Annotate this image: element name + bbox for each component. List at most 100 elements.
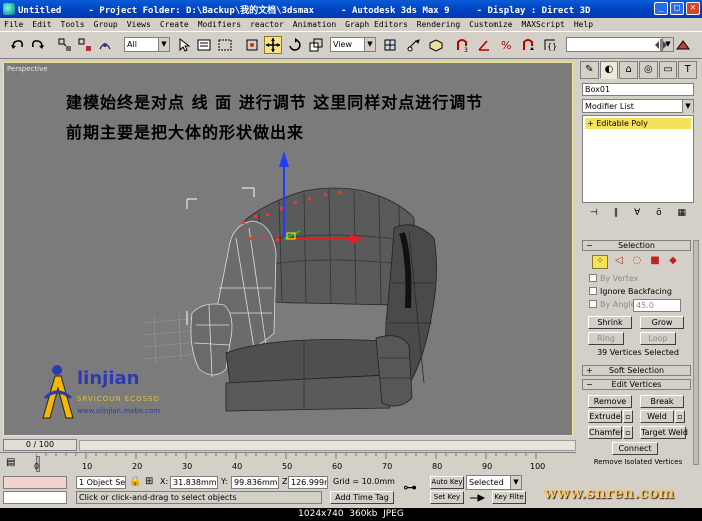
show-end-result-icon[interactable]: ∥ — [614, 208, 619, 222]
set-key-button[interactable]: Set Key — [430, 491, 464, 504]
stack-item-editable-poly[interactable]: + Editable Poly — [585, 118, 691, 129]
selection-filter-dropdown[interactable]: All ▼ — [124, 37, 170, 52]
absolute-mode-icon[interactable]: ⊞ — [145, 476, 153, 487]
percent-snap-icon[interactable]: % — [497, 36, 515, 54]
spinner-snap-icon[interactable] — [519, 36, 537, 54]
menu-file[interactable]: File — [0, 20, 28, 29]
menu-rendering[interactable]: Rendering — [413, 20, 465, 29]
select-and-move-icon[interactable] — [264, 36, 282, 54]
angle-spinner[interactable]: 45.0 — [633, 299, 681, 312]
pin-stack-icon[interactable]: ⊣ — [590, 208, 598, 222]
angle-snap-icon[interactable] — [475, 36, 493, 54]
time-slider-track[interactable] — [79, 440, 576, 451]
loop-button[interactable]: Loop — [640, 332, 676, 345]
mirror-icon[interactable] — [652, 36, 670, 54]
add-time-tag-button[interactable]: Add Time Tag — [330, 491, 394, 504]
weld-button[interactable]: Weld — [640, 410, 674, 423]
configure-modifier-sets-icon[interactable]: ▦ — [678, 208, 687, 222]
select-and-manipulate-icon[interactable] — [405, 36, 423, 54]
menu-help[interactable]: Help — [570, 20, 598, 29]
pivot-center-icon[interactable] — [381, 36, 399, 54]
x-coordinate-field[interactable]: 31.838mm — [170, 476, 218, 489]
soft-selection-rollout-header[interactable]: + Soft Selection — [582, 365, 691, 376]
polygon-level-icon[interactable]: ■ — [648, 255, 662, 269]
menu-group[interactable]: Group — [90, 20, 123, 29]
menu-modifiers[interactable]: Modifiers — [194, 20, 246, 29]
element-level-icon[interactable]: ◆ — [666, 255, 680, 269]
app-icon[interactable] — [3, 3, 15, 15]
menu-animation[interactable]: Animation — [289, 20, 341, 29]
maxscript-output-field[interactable] — [3, 491, 67, 504]
menu-edit[interactable]: Edit — [28, 20, 56, 29]
modifier-list-dropdown[interactable]: Modifier List ▼ — [582, 99, 694, 113]
z-coordinate-field[interactable]: 126.999mm — [288, 476, 328, 489]
keyboard-shortcut-override-icon[interactable] — [427, 36, 445, 54]
chamfer-settings-icon[interactable]: ▫ — [623, 426, 633, 439]
remove-modifier-icon[interactable]: ō — [656, 208, 662, 222]
time-slider[interactable]: 0 / 100 — [3, 439, 77, 451]
key-mode-dropdown[interactable]: Selected ▼ — [466, 475, 522, 490]
menu-create[interactable]: Create — [156, 20, 194, 29]
extrude-settings-icon[interactable]: ▫ — [623, 410, 633, 423]
by-vertex-checkbox[interactable]: By Vertex — [589, 274, 638, 283]
key-icon[interactable]: ⊶ — [403, 480, 417, 496]
vertex-level-icon[interactable]: ⁘ — [592, 255, 608, 269]
edit-vertices-rollout-header[interactable]: − Edit Vertices — [582, 379, 691, 390]
remove-isolated-button[interactable]: Remove Isolated Vertices — [588, 458, 688, 466]
connect-button[interactable]: Connect — [612, 442, 658, 455]
undo-icon[interactable] — [8, 36, 26, 54]
border-level-icon[interactable]: ◌ — [630, 255, 644, 269]
ring-button[interactable]: Ring — [588, 332, 624, 345]
bind-space-warp-icon[interactable] — [96, 36, 114, 54]
auto-key-button[interactable]: Auto Key — [430, 476, 464, 489]
close-button[interactable]: × — [686, 2, 700, 15]
snaps-toggle-icon[interactable]: 3 — [453, 36, 471, 54]
menu-tools[interactable]: Tools — [57, 20, 90, 29]
command-panel-scrollbar[interactable] — [693, 240, 699, 465]
hierarchy-tab-icon[interactable]: ⌂ — [619, 61, 639, 79]
select-by-name-icon[interactable] — [195, 36, 213, 54]
selection-rollout-header[interactable]: − Selection — [582, 240, 691, 251]
set-key-icon[interactable] — [466, 491, 490, 504]
minimize-button[interactable]: _ — [654, 2, 668, 15]
menu-customize[interactable]: Customize — [465, 20, 517, 29]
menu-maxscript[interactable]: MAXScript — [518, 20, 570, 29]
make-unique-icon[interactable]: ∀ — [634, 208, 640, 222]
reference-coordinate-dropdown[interactable]: View ▼ — [330, 37, 376, 52]
grow-button[interactable]: Grow — [640, 316, 684, 329]
motion-tab-icon[interactable]: ◎ — [639, 61, 658, 79]
utilities-tab-icon[interactable]: T — [678, 61, 698, 79]
modify-tab-icon[interactable]: ◐ — [599, 61, 619, 79]
perspective-viewport[interactable]: Perspective 建模始终是对点 线 面 进行调节 这里同样对点进行调节 … — [3, 62, 573, 436]
chamfer-button[interactable]: Chamfer — [588, 426, 623, 439]
object-name-field[interactable]: Box01 — [582, 83, 694, 96]
redo-icon[interactable] — [29, 36, 47, 54]
target-weld-button[interactable]: Target Weld — [640, 426, 688, 439]
break-button[interactable]: Break — [640, 395, 684, 408]
select-and-scale-icon[interactable] — [307, 36, 325, 54]
select-object-icon[interactable] — [175, 36, 193, 54]
align-icon[interactable] — [674, 36, 692, 54]
menu-graph-editors[interactable]: Graph Editors — [341, 20, 413, 29]
menu-views[interactable]: Views — [123, 20, 156, 29]
shrink-button[interactable]: Shrink — [588, 316, 632, 329]
rectangular-selection-icon[interactable] — [216, 36, 234, 54]
display-tab-icon[interactable]: ▭ — [658, 61, 678, 79]
maxscript-listener-field[interactable] — [3, 476, 67, 489]
edit-named-selection-icon[interactable]: {} — [541, 36, 559, 54]
maximize-button[interactable]: □ — [670, 2, 684, 15]
y-coordinate-field[interactable]: 99.836mm — [231, 476, 279, 489]
window-crossing-icon[interactable] — [243, 36, 261, 54]
select-and-link-icon[interactable] — [56, 36, 74, 54]
select-and-rotate-icon[interactable] — [286, 36, 304, 54]
unlink-icon[interactable] — [76, 36, 94, 54]
extrude-button[interactable]: Extrude — [588, 410, 622, 423]
by-angle-checkbox[interactable]: By Angle: — [589, 300, 638, 309]
expand-icon[interactable]: + — [587, 119, 596, 128]
edge-level-icon[interactable]: ◁ — [612, 255, 626, 269]
create-tab-icon[interactable]: ✎ — [580, 61, 599, 79]
remove-button[interactable]: Remove — [588, 395, 632, 408]
open-mini-curve-editor-icon[interactable]: ▤ — [6, 457, 15, 468]
lock-selection-icon[interactable]: 🔒 — [129, 476, 141, 487]
track-bar[interactable]: ▤ 0 10 20 30 40 50 60 70 80 90 100 — [0, 452, 576, 474]
